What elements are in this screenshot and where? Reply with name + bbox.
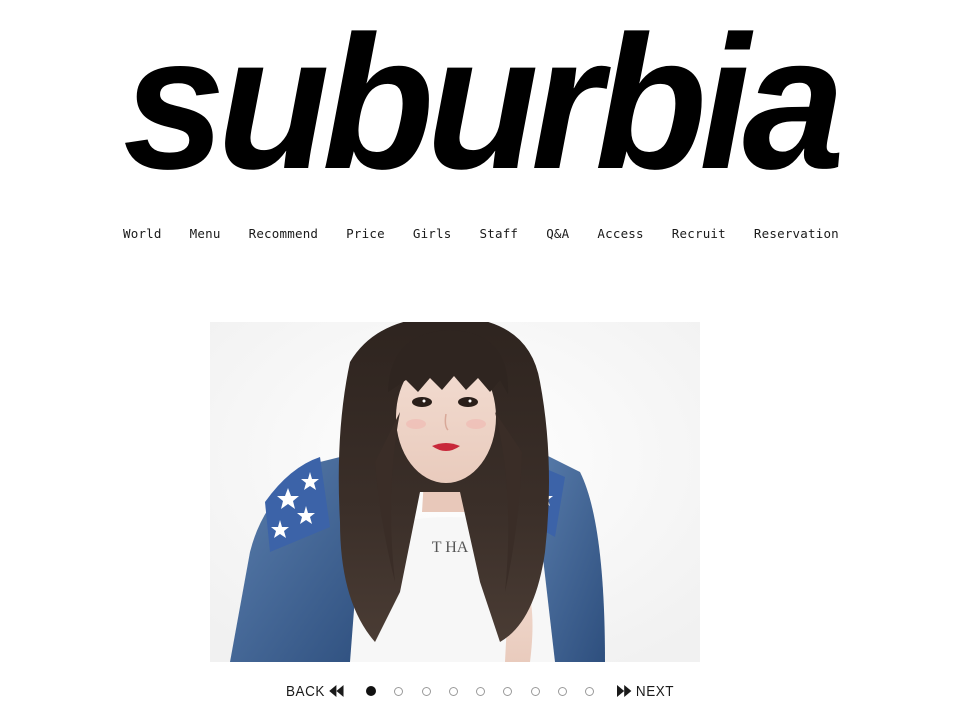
nav-item-recruit[interactable]: Recruit: [672, 226, 726, 241]
slide-dot-9[interactable]: [585, 686, 594, 696]
shirt-print-text: T HA: [432, 539, 469, 556]
nav-item-staff[interactable]: Staff: [480, 226, 519, 241]
slide-dot-4[interactable]: [448, 686, 458, 696]
slide-dot-3[interactable]: [421, 686, 431, 696]
site-logo[interactable]: suburbia: [0, 0, 960, 190]
nav-item-reservation[interactable]: Reservation: [754, 226, 839, 241]
nav-item-menu[interactable]: Menu: [190, 226, 221, 241]
nav-item-world[interactable]: World: [123, 226, 162, 241]
slide-dot-5[interactable]: [476, 686, 485, 696]
next-label: NEXT: [635, 682, 675, 700]
slide-dot-1[interactable]: [366, 686, 376, 696]
double-chevron-left-icon: [329, 685, 344, 697]
slider-controls: BACK NEXT: [0, 680, 960, 704]
back-label: BACK: [286, 682, 325, 700]
hero-slide-image: T HA: [210, 322, 700, 662]
main-nav: World Menu Recommend Price Girls Staff Q…: [123, 224, 839, 242]
logo-wordmark: suburbia: [123, 0, 840, 190]
nav-item-access[interactable]: Access: [597, 226, 643, 241]
nav-item-qa[interactable]: Q&A: [546, 226, 569, 241]
nav-item-recommend[interactable]: Recommend: [249, 226, 319, 241]
next-button[interactable]: NEXT: [617, 680, 674, 702]
slide-pagination: [366, 685, 594, 697]
slide-dot-7[interactable]: [530, 686, 540, 696]
slide-dot-8[interactable]: [557, 686, 567, 696]
double-chevron-right-icon: [617, 685, 632, 697]
slide-dot-6[interactable]: [503, 686, 513, 696]
back-button[interactable]: BACK: [286, 680, 344, 702]
slide-dot-2[interactable]: [394, 686, 404, 696]
nav-item-girls[interactable]: Girls: [413, 226, 452, 241]
nav-item-price[interactable]: Price: [346, 226, 385, 241]
